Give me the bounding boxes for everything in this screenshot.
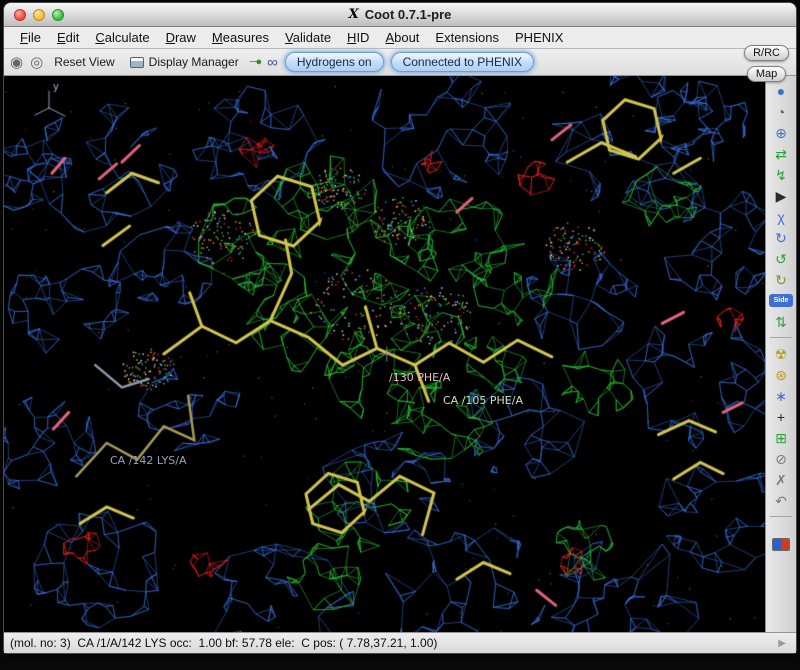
move-molecule-icon[interactable]: ⊕	[769, 122, 793, 143]
display-manager-button[interactable]: Display Manager	[126, 53, 243, 71]
add-alt-conf-icon[interactable]: ⊞	[769, 427, 793, 448]
window-title: Coot 0.7.1-pre	[365, 7, 452, 22]
real-space-refine-icon[interactable]: ⇄	[769, 143, 793, 164]
coot-window: X Coot 0.7.1-pre FileEditCalculateDrawMe…	[3, 2, 797, 654]
menu-file[interactable]: File	[12, 28, 49, 47]
reset-view-button[interactable]: Reset View	[50, 53, 118, 71]
model-sphere-icon[interactable]: ●	[769, 80, 793, 101]
delete-item-icon[interactable]: ✗	[769, 469, 793, 490]
x11-app-icon: X	[349, 7, 359, 22]
menu-edit[interactable]: Edit	[49, 28, 87, 47]
expand-arrow-icon[interactable]: ▶	[778, 638, 786, 649]
rrc-button[interactable]: R/RC	[744, 45, 789, 61]
screen: { "window": { "title": "Coot 0.7.1-pre",…	[0, 0, 800, 670]
menu-draw[interactable]: Draw	[158, 28, 204, 47]
add-terminal-residue-icon[interactable]: ∗	[769, 385, 793, 406]
toolbar-separator	[770, 516, 792, 517]
display-manager-icon	[130, 57, 144, 68]
menu-phenix[interactable]: PHENIX	[507, 28, 571, 47]
close-button[interactable]	[14, 9, 26, 21]
rotamers-icon[interactable]: ↻	[769, 269, 793, 290]
simple-mutate-icon[interactable]: ⊛	[769, 364, 793, 385]
record-circle-icon[interactable]: ◉	[10, 55, 23, 70]
place-atom-icon[interactable]: +	[769, 406, 793, 427]
statusbar: (mol. no: 3) CA /1/A/142 LYS occ: 1.00 b…	[4, 632, 796, 653]
display-manager-label: Display Manager	[149, 55, 239, 69]
auto-fit-rotamer-icon[interactable]: ↺	[769, 248, 793, 269]
menu-calculate[interactable]: Calculate	[87, 28, 157, 47]
map-button[interactable]: Map	[747, 66, 786, 82]
status-text: (mol. no: 3) CA /1/A/142 LYS occ: 1.00 b…	[10, 636, 778, 650]
flip-peptide-icon[interactable]: ⇅	[769, 311, 793, 332]
virtual-trackball-icon[interactable]: ◔	[769, 101, 793, 122]
regularize-zone-icon[interactable]: ↯	[769, 164, 793, 185]
mutate-autofit-icon[interactable]: ☢	[769, 343, 793, 364]
rotate-translate-icon[interactable]: χ	[769, 206, 793, 227]
ligand-icon[interactable]: ∞	[267, 55, 278, 70]
menu-validate[interactable]: Validate	[277, 28, 339, 47]
go-to-atom-icon[interactable]: ─●	[250, 57, 260, 68]
gl-viewport[interactable]: /130 PHE/ACA /105 PHE/ACA /142 LYS/A	[4, 76, 765, 632]
corner-buttons: R/RC Map	[744, 45, 789, 82]
toolbar-separator	[770, 337, 792, 338]
side-chain-flip-icon[interactable]: Side	[769, 294, 793, 307]
minimize-button[interactable]	[33, 9, 45, 21]
density-mesh-canvas	[4, 76, 765, 632]
titlebar[interactable]: X Coot 0.7.1-pre	[4, 3, 796, 27]
traffic-lights	[14, 9, 64, 21]
zoom-button[interactable]	[52, 9, 64, 21]
menubar: FileEditCalculateDrawMeasuresValidateHID…	[4, 27, 796, 49]
menu-about[interactable]: About	[377, 28, 427, 47]
target-circle-icon[interactable]: ◎	[30, 55, 43, 70]
window-title-area: X Coot 0.7.1-pre	[4, 3, 796, 26]
right-toolbar: ●◔⊕⇄↯▶χ↻↺↻Side⇅☢⊛∗+⊞⊘✗↶	[765, 76, 796, 632]
menu-extensions[interactable]: Extensions	[427, 28, 507, 47]
edit-chi-angles-icon[interactable]: ↻	[769, 227, 793, 248]
clear-pending-picks-icon[interactable]: ⊘	[769, 448, 793, 469]
menu-measures[interactable]: Measures	[204, 28, 277, 47]
main-area: /130 PHE/ACA /105 PHE/ACA /142 LYS/A ●◔⊕…	[4, 76, 796, 632]
hydrogens-toggle-button[interactable]: Hydrogens on	[285, 52, 384, 72]
map-molecule-icon[interactable]	[772, 538, 790, 551]
phenix-connection-button[interactable]: Connected to PHENIX	[391, 52, 534, 72]
rigid-body-fit-icon[interactable]: ▶	[769, 185, 793, 206]
undo-icon[interactable]: ↶	[769, 490, 793, 511]
menu-hid[interactable]: HID	[339, 28, 377, 47]
toolbar: ◉ ◎ Reset View Display Manager ─● ∞ Hydr…	[4, 49, 796, 76]
